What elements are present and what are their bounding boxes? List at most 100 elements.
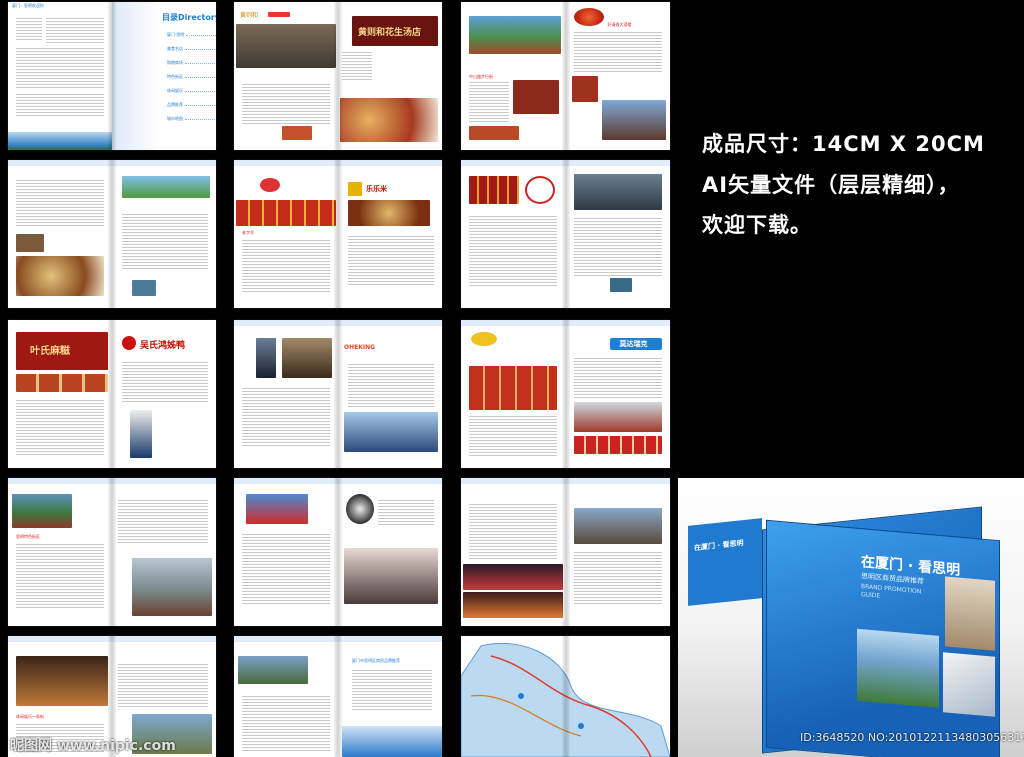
- shop-photo: [469, 366, 557, 410]
- interior-photo: [573, 174, 662, 210]
- shop-sign: 黄则和花生汤店: [352, 16, 438, 46]
- food-photo: [282, 126, 312, 140]
- cover-building-photo: [945, 576, 995, 651]
- brochure-spread-1: 厦门 · 思明欢迎你 目录Directory 厦门·思明 美食名店 购物商场 特…: [8, 2, 216, 150]
- page-right: 乐乐米: [338, 160, 442, 308]
- small-booklet-title: 在厦门 · 看思明: [694, 539, 744, 553]
- text-block: [16, 18, 42, 40]
- cover-city-photo: [857, 628, 939, 708]
- food-strip-photo: [16, 374, 108, 392]
- cover-english-title: BRAND PROMOTION GUIDE: [861, 583, 922, 600]
- text-block: [573, 218, 662, 276]
- brand-logo: [573, 8, 604, 26]
- dishes-photo: [340, 98, 438, 142]
- brochure-spread-11: [234, 478, 442, 626]
- city-skyline-image: [8, 132, 112, 150]
- text-block: [242, 240, 330, 292]
- page-right: [566, 478, 671, 626]
- shop-photo: [469, 176, 519, 204]
- dishes-photo: [16, 256, 104, 296]
- product-photo: [130, 410, 152, 458]
- store-photo: [573, 402, 662, 432]
- brand-name: 乐乐米: [366, 185, 387, 193]
- text-block: [16, 94, 104, 118]
- text-block: [242, 696, 330, 752]
- food-photo: [469, 126, 519, 140]
- text-block: [573, 32, 662, 72]
- directory-item: 品牌推荐: [167, 102, 216, 108]
- street-photo: [469, 16, 561, 54]
- landscape-photo: [122, 176, 210, 198]
- text-block: [16, 544, 104, 608]
- person-photo: [256, 338, 276, 378]
- page-header: 厦门 · 思明欢迎你: [12, 3, 44, 8]
- text-block: [348, 236, 434, 286]
- brochure-spread-8: OHEKING: [234, 320, 442, 468]
- page-left: 黄则和: [234, 2, 338, 150]
- page-left: 中山路步行街: [461, 2, 566, 150]
- page-left: 老字号: [234, 160, 338, 308]
- shop-name: 黄则和: [240, 12, 259, 19]
- brand-badge: 莫达瑞克: [609, 338, 662, 350]
- section-caption: 休闲娱乐一条街: [16, 714, 44, 719]
- site-watermark: 昵图网 www.nipic.com: [10, 738, 176, 754]
- brochure-spread-14: 厦门市思明区商贸品牌推荐: [234, 636, 442, 757]
- page-welcome: 厦门 · 思明欢迎你: [8, 2, 112, 150]
- section-caption: 老字号: [242, 230, 254, 235]
- illustration-portrait: [346, 494, 374, 524]
- text-block: [242, 84, 330, 124]
- models-photo: [344, 412, 438, 452]
- brochure-spread-7: 叶氏麻糍 吴氏鸿姊鸭: [8, 320, 216, 468]
- directory-item: 购物商场: [167, 60, 216, 66]
- brochure-spread-12: [461, 478, 670, 626]
- page-right: [112, 478, 216, 626]
- interior-photo: [513, 80, 559, 114]
- brand-logo: [471, 332, 497, 346]
- brochure-spread-9: 莫达瑞克: [461, 320, 670, 468]
- storefront-photo: [236, 24, 336, 68]
- text-block: [573, 552, 662, 606]
- thumbnail-photo: [609, 278, 632, 292]
- text-block: [46, 18, 104, 44]
- page-left: [461, 160, 566, 308]
- brochure-spread-10: 思明特色街区: [8, 478, 216, 626]
- brand-logo: [260, 178, 280, 192]
- page-directory: 目录Directory 厦门·思明 美食名店 购物商场 特色街区 休闲娱乐 品牌…: [112, 2, 216, 150]
- text-block: [469, 504, 557, 560]
- page-left: [461, 478, 566, 626]
- text-block: [16, 180, 104, 226]
- headline: 厦门市思明区商贸品牌推荐: [352, 658, 400, 663]
- text-block: [342, 52, 372, 82]
- building-photo: [601, 100, 666, 140]
- text-block: [352, 670, 432, 710]
- brochure-spread-2: 黄则和 黄则和花生汤店: [234, 2, 442, 150]
- thumbnail-photo: [132, 280, 156, 296]
- directory-item: 厦门·思明: [167, 32, 216, 38]
- street-photo: [12, 494, 72, 528]
- text-block: [469, 216, 557, 286]
- text-block: [16, 48, 104, 88]
- directory-title: 目录Directory: [162, 13, 216, 22]
- promo-size: 成品尺寸：14CM X 20CM: [702, 132, 985, 156]
- shop-sign-photo: 叶氏麻糍: [16, 332, 108, 370]
- text-block: [122, 362, 208, 402]
- directory-item: 美食名店: [167, 46, 216, 52]
- archway-photo: [132, 558, 212, 616]
- product-strip-photo: [573, 436, 662, 454]
- page-right: 莫达瑞克: [566, 320, 671, 468]
- street-photo: [238, 656, 308, 684]
- title-bar: [268, 12, 290, 17]
- market-photo: [463, 592, 563, 618]
- store-photo: [282, 338, 332, 378]
- brochure-spread-15: [461, 636, 670, 757]
- badge-text: 莫达瑞克: [619, 340, 648, 348]
- directory-item: 特色街区: [167, 74, 216, 80]
- directory-item: 休闲娱乐: [167, 88, 216, 94]
- text-block: [469, 82, 509, 122]
- product-display-photo: [246, 494, 308, 524]
- text-block: [242, 388, 330, 448]
- text-block: [573, 358, 662, 398]
- page-left: [461, 320, 566, 468]
- sign-text: 黄则和花生汤店: [358, 28, 422, 38]
- image-id-watermark: ID:3648520 NO:20101221134803056317: [800, 731, 1024, 744]
